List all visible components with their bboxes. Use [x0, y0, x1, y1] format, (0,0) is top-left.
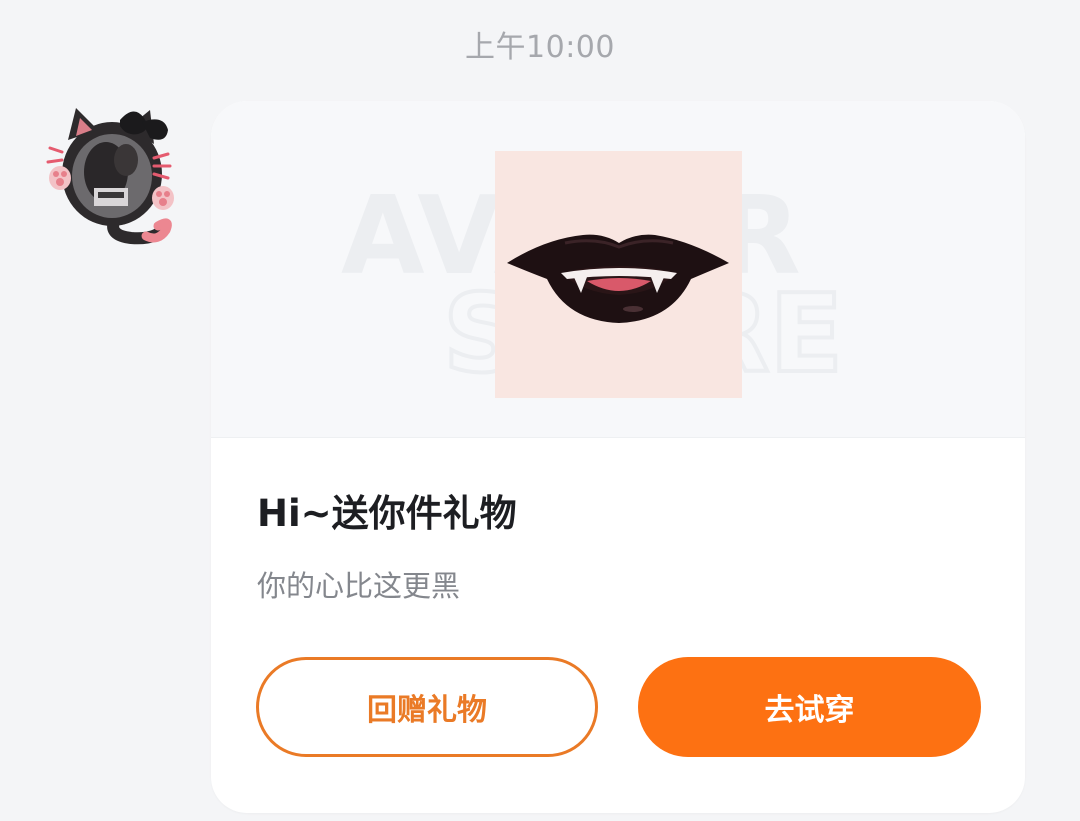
sender-avatar[interactable] — [46, 100, 181, 245]
vampire-lips-icon — [495, 151, 742, 398]
gift-preview-area: AVATAR STORE — [211, 101, 1025, 438]
gift-title: Hi~送你件礼物 — [257, 492, 517, 535]
try-on-button[interactable]: 去试穿 — [638, 657, 981, 757]
return-gift-button[interactable]: 回赠礼物 — [256, 657, 598, 757]
gift-message-card[interactable]: AVATAR STORE Hi — [211, 101, 1025, 813]
cat-avatar-icon — [46, 108, 174, 245]
message-timestamp: 上午10:00 — [465, 30, 615, 65]
product-image[interactable] — [495, 151, 742, 398]
gift-subtitle: 你的心比这更黑 — [257, 569, 461, 603]
